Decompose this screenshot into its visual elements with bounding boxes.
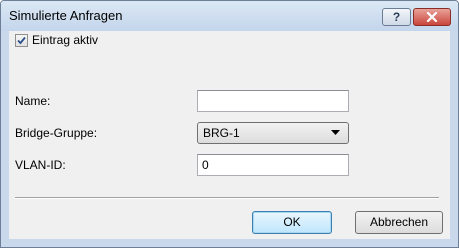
bridge-group-label: Bridge-Gruppe: [15, 126, 98, 140]
help-button[interactable]: ? [382, 8, 411, 26]
vlan-id-input[interactable]: 0 [197, 154, 349, 176]
close-icon [426, 12, 438, 22]
ok-button[interactable]: OK [252, 211, 332, 234]
bridge-group-select[interactable]: BRG-1 [197, 122, 349, 144]
name-label: Name: [15, 94, 51, 108]
close-button[interactable] [413, 8, 451, 26]
window-frame-left [1, 31, 9, 239]
chevron-down-icon [331, 130, 340, 135]
cancel-button[interactable]: Abbrechen [355, 211, 443, 234]
separator [15, 197, 439, 199]
title-bar[interactable]: Simulierte Anfragen ? [1, 1, 458, 31]
name-input[interactable] [197, 90, 349, 112]
help-icon: ? [392, 10, 401, 24]
dialog-title: Simulierte Anfragen [9, 8, 123, 23]
checkmark-icon [17, 36, 26, 44]
entry-active-label: Eintrag aktiv [32, 33, 99, 47]
vlan-id-label: VLAN-ID: [15, 158, 66, 172]
entry-active-checkbox[interactable] [15, 33, 28, 47]
dialog-window: Simulierte Anfragen ? Eintrag aktiv Name… [0, 0, 459, 248]
entry-active-row[interactable]: Eintrag aktiv [15, 33, 98, 47]
bridge-group-value: BRG-1 [203, 126, 240, 140]
window-frame-right [450, 31, 458, 239]
window-frame-bottom [1, 239, 458, 247]
